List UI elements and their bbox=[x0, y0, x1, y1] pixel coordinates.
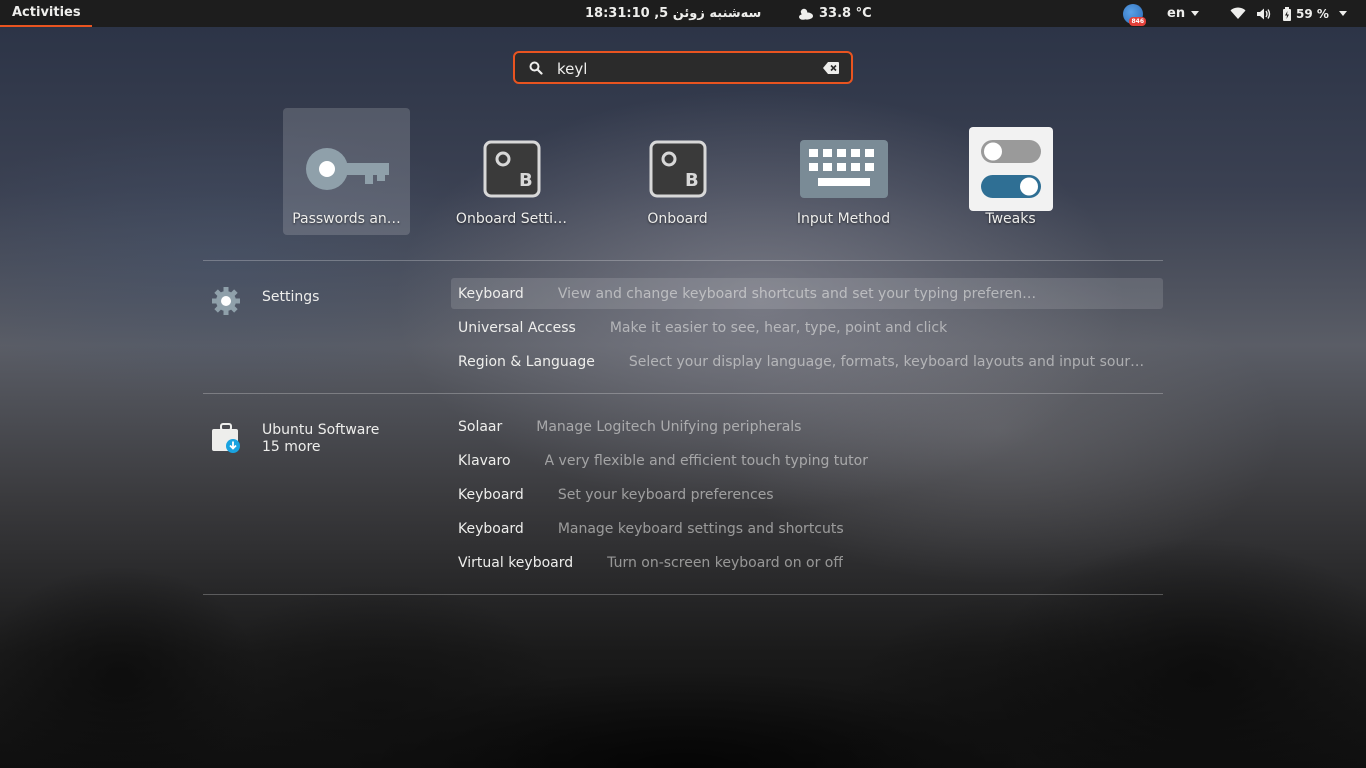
result-description: Manage keyboard settings and shortcuts bbox=[557, 520, 844, 537]
app-label: Input Method bbox=[796, 211, 891, 227]
clock[interactable]: 18:31:10 ,5 سەشنبە زوئن bbox=[585, 0, 761, 27]
section-divider bbox=[203, 393, 1163, 394]
language-label: en bbox=[1167, 6, 1186, 21]
tray-badge-count: 846 bbox=[1129, 17, 1146, 26]
software-result[interactable]: Klavaro A very flexible and efficient to… bbox=[451, 445, 1163, 476]
result-description: Set your keyboard preferences bbox=[557, 486, 774, 503]
result-title: Region & Language bbox=[458, 353, 595, 370]
app-result-input-method[interactable]: Input Method bbox=[780, 108, 907, 235]
volume-icon bbox=[1257, 8, 1271, 19]
svg-text:B: B bbox=[519, 170, 533, 191]
app-label: Onboard bbox=[647, 211, 708, 227]
cloud-sun-icon bbox=[799, 8, 813, 20]
svg-text:B: B bbox=[685, 170, 699, 191]
result-description: Manage Logitech Unifying peripherals bbox=[536, 418, 802, 435]
result-description: Select your display language, formats, k… bbox=[628, 353, 1145, 370]
chevron-down-icon bbox=[1191, 11, 1200, 16]
app-result-onboard-settings[interactable]: B Onboard Setti… bbox=[448, 108, 575, 235]
app-result-tweaks[interactable]: Tweaks bbox=[947, 108, 1074, 235]
settings-result[interactable]: Region & Language Select your display la… bbox=[451, 346, 1163, 377]
section-divider bbox=[203, 260, 1163, 261]
software-result[interactable]: Virtual keyboard Turn on-screen keyboard… bbox=[451, 547, 1163, 578]
software-bag-icon bbox=[212, 423, 240, 453]
language-indicator[interactable]: en bbox=[1167, 0, 1200, 27]
activities-button[interactable]: Activities bbox=[0, 0, 92, 27]
provider-name: Ubuntu Software bbox=[262, 422, 380, 438]
search-box[interactable] bbox=[513, 51, 853, 84]
battery-percent: 59 % bbox=[1296, 6, 1329, 21]
settings-result[interactable]: Universal Access Make it easier to see, … bbox=[451, 312, 1163, 343]
provider-more-count[interactable]: 15 more bbox=[262, 439, 379, 456]
tray-app-icon[interactable]: 846 bbox=[1123, 4, 1146, 26]
app-result-onboard[interactable]: B Onboard bbox=[614, 108, 741, 235]
result-title: Keyboard bbox=[458, 285, 524, 302]
result-description: View and change keyboard shortcuts and s… bbox=[557, 285, 1037, 302]
weather-indicator[interactable]: 33.8 °C bbox=[798, 0, 872, 27]
result-title: Keyboard bbox=[458, 520, 524, 537]
clear-search-icon[interactable] bbox=[823, 62, 839, 74]
result-title: Klavaro bbox=[458, 452, 511, 469]
gear-icon bbox=[212, 287, 240, 315]
app-result-passwords[interactable]: Passwords an… bbox=[283, 108, 410, 235]
onboard-settings-icon: B bbox=[467, 124, 557, 214]
result-description: Turn on-screen keyboard on or off bbox=[607, 554, 844, 571]
software-result[interactable]: Keyboard Set your keyboard preferences bbox=[451, 479, 1163, 510]
battery-icon bbox=[1283, 6, 1291, 21]
result-title: Solaar bbox=[458, 418, 503, 435]
result-description: Make it easier to see, hear, type, point… bbox=[609, 319, 948, 336]
provider-settings[interactable]: Settings bbox=[210, 285, 319, 317]
result-title: Virtual keyboard bbox=[458, 554, 574, 571]
section-divider bbox=[203, 594, 1163, 595]
toggle-switches-icon bbox=[966, 124, 1056, 214]
software-result[interactable]: Keyboard Manage keyboard settings and sh… bbox=[451, 513, 1163, 544]
search-icon bbox=[529, 61, 543, 75]
provider-ubuntu-software[interactable]: Ubuntu Software 15 more bbox=[210, 422, 379, 456]
wifi-icon bbox=[1230, 7, 1246, 19]
app-label: Tweaks bbox=[985, 211, 1036, 227]
app-label: Onboard Setti… bbox=[455, 211, 568, 227]
top-bar: Activities 18:31:10 ,5 سەشنبە زوئن 33.8 … bbox=[0, 0, 1366, 27]
onboard-icon: B bbox=[633, 124, 723, 214]
search-input[interactable] bbox=[555, 57, 819, 81]
keyboard-icon bbox=[799, 124, 889, 214]
result-title: Universal Access bbox=[458, 319, 576, 336]
chevron-down-icon bbox=[1338, 11, 1347, 16]
system-menu[interactable]: 59 % bbox=[1230, 0, 1347, 27]
provider-name: Settings bbox=[262, 289, 320, 305]
app-label: Passwords an… bbox=[292, 211, 401, 227]
settings-result[interactable]: Keyboard View and change keyboard shortc… bbox=[451, 278, 1163, 309]
result-title: Keyboard bbox=[458, 486, 524, 503]
result-description: A very flexible and efficient touch typi… bbox=[544, 452, 868, 469]
weather-temp: 33.8 °C bbox=[819, 6, 872, 21]
key-icon bbox=[302, 124, 392, 214]
software-result[interactable]: Solaar Manage Logitech Unifying peripher… bbox=[451, 411, 1163, 442]
